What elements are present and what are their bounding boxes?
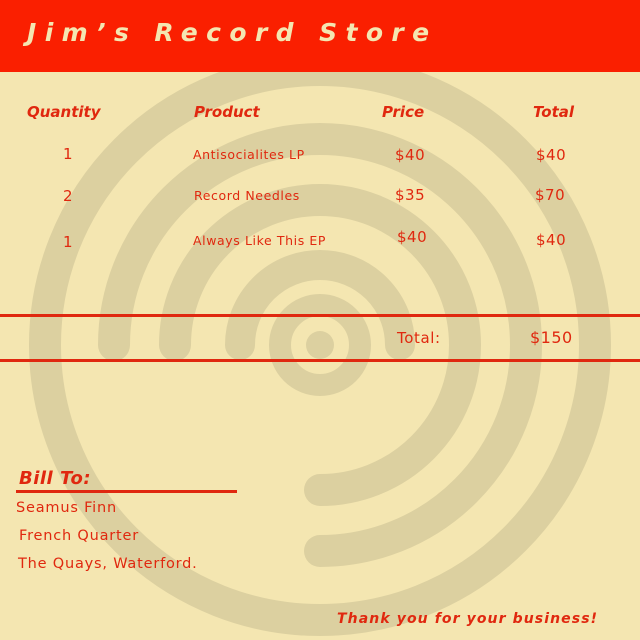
bill-to-heading: Bill To: [19, 468, 92, 489]
row-quantity: 2 [63, 187, 74, 205]
bill-to-underline [16, 490, 237, 493]
address-line: The Quays, Waterford. [18, 556, 198, 572]
row-price: $40 [395, 146, 426, 164]
product-header: Product [194, 103, 260, 121]
vinyl-record-icon [29, 54, 611, 636]
store-header: Jim’s Record Store [0, 0, 640, 72]
row-total: $40 [536, 231, 567, 249]
row-total: $70 [535, 186, 566, 204]
row-price: $40 [397, 228, 428, 246]
address-line: French Quarter [19, 528, 140, 544]
row-price: $35 [395, 186, 426, 204]
thank-you-message: Thank you for your business! [337, 611, 599, 627]
customer-name: Seamus Finn [16, 500, 117, 516]
grand-total-label: Total: [397, 329, 441, 347]
total-bottom-rule [0, 359, 640, 362]
row-total: $40 [536, 146, 567, 164]
row-quantity: 1 [63, 145, 74, 163]
grand-total-value: $150 [530, 328, 573, 347]
store-title: Jim’s Record Store [27, 18, 438, 47]
quantity-header: Quantity [27, 103, 101, 121]
price-header: Price [382, 103, 425, 121]
row-product: Antisocialites LP [193, 147, 305, 162]
row-product: Always Like This EP [193, 233, 327, 248]
total-top-rule [0, 314, 640, 317]
total-header: Total [533, 103, 575, 121]
row-quantity: 1 [63, 233, 74, 251]
row-product: Record Needles [194, 188, 300, 203]
